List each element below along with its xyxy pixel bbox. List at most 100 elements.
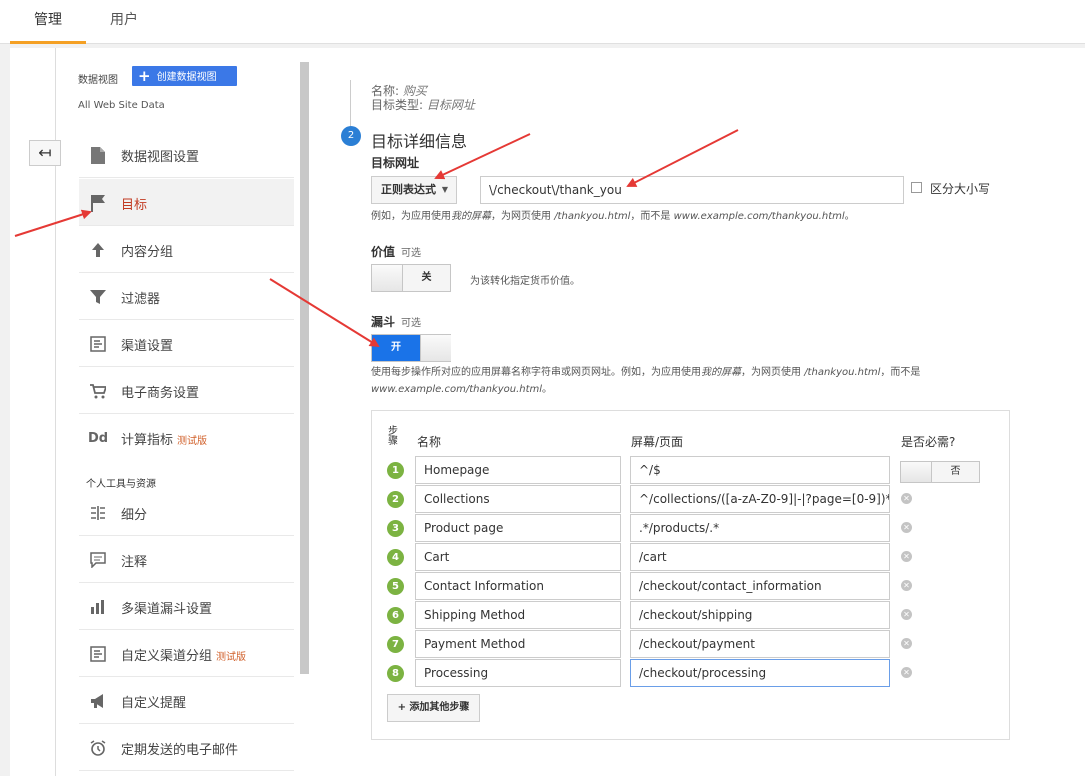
step-page-input[interactable]: /checkout/payment — [630, 630, 890, 658]
funnel-hint-2: 我的屏幕 — [701, 367, 741, 378]
sidebar-scrollbar[interactable] — [300, 62, 309, 674]
step-page-input[interactable]: /checkout/shipping — [630, 601, 890, 629]
sidebar-item-label: 定期发送的电子邮件 — [121, 743, 239, 758]
funnel-toggle[interactable]: 开 — [371, 334, 451, 362]
step-name-input[interactable]: Payment Method — [415, 630, 621, 658]
sidebar-item-calculated-metrics[interactable]: Dd 计算指标 测试版 — [79, 414, 294, 461]
value-hint: 为该转化指定货币价值。 — [470, 276, 580, 287]
funnel-hint-5: ，而不是 — [880, 367, 921, 378]
step-number: 1 — [387, 462, 404, 479]
dd-icon: Dd — [87, 430, 109, 446]
step-page-input[interactable]: /cart — [630, 543, 890, 571]
sidebar-item-label: 计算指标 测试版 — [121, 429, 207, 448]
step-name-input[interactable]: Cart — [415, 543, 621, 571]
back-arrow-icon[interactable]: ↤ — [29, 140, 61, 166]
sidebar-item-content-grouping[interactable]: 内容分组 — [79, 226, 294, 273]
destination-hint: 例如，为应用使用我的屏幕，为网页使用 /thankyou.html，而不是 ww… — [371, 207, 855, 222]
value-label: 价值 可选 — [371, 243, 421, 260]
sidebar-item-segments[interactable]: 细分 — [79, 489, 294, 536]
add-step-button[interactable]: + 添加其他步骤 — [387, 694, 480, 722]
required-toggle[interactable]: 否 — [900, 461, 980, 483]
toggle-knob — [372, 265, 403, 291]
create-view-label: 创建数据视图 — [156, 72, 217, 83]
sidebar-item-scheduled-emails[interactable]: 定期发送的电子邮件 — [79, 724, 294, 771]
step-page-input[interactable]: /checkout/processing — [630, 659, 890, 687]
optional-label: 可选 — [401, 248, 422, 259]
remove-step-icon[interactable]: ✕ — [901, 493, 912, 504]
create-view-button[interactable]: + 创建数据视图 — [132, 66, 237, 86]
sidebar-item-ecommerce[interactable]: 电子商务设置 — [79, 367, 294, 414]
cart-icon — [87, 380, 109, 402]
step-page-input[interactable]: /checkout/contact_information — [630, 572, 890, 600]
hint-text-g: 。 — [844, 211, 855, 222]
sidebar-item-channel-settings[interactable]: 渠道设置 — [79, 320, 294, 367]
page-column-header: 屏幕/页面 — [631, 435, 684, 449]
step-name-input[interactable]: Product page — [415, 514, 621, 542]
tab-users[interactable]: 用户 — [86, 0, 162, 44]
sidebar-item-goals[interactable]: 目标 — [79, 179, 294, 226]
table-row: 7 Payment Method /checkout/payment ✕ — [372, 630, 1011, 659]
segments-icon — [87, 502, 109, 524]
table-row: 4 Cart /cart ✕ — [372, 543, 1011, 572]
sidebar-item-label: 自定义渠道分组 测试版 — [121, 645, 246, 664]
sidebar-item-label: 数据视图设置 — [121, 150, 200, 165]
remove-step-icon[interactable]: ✕ — [901, 609, 912, 620]
flag-icon — [87, 192, 109, 214]
remove-step-icon[interactable]: ✕ — [901, 667, 912, 678]
personal-tools-heading: 个人工具与资源 — [86, 479, 156, 490]
step-name-input[interactable]: Collections — [415, 485, 621, 513]
calculated-metrics-label: 计算指标 — [121, 433, 174, 448]
sidebar-item-view-settings[interactable]: 数据视图设置 — [79, 131, 294, 178]
sidebar-item-label: 电子商务设置 — [121, 386, 200, 401]
toggle-label: 关 — [421, 272, 432, 283]
beta-badge: 测试版 — [216, 652, 247, 663]
tab-admin[interactable]: 管理 — [10, 0, 86, 44]
toggle-knob — [420, 335, 451, 361]
sidebar-item-filters[interactable]: 过滤器 — [79, 273, 294, 320]
step-page-input[interactable]: .*/products/.* — [630, 514, 890, 542]
goal-type-value: 目标网址 — [426, 98, 475, 112]
step-name-input[interactable]: Processing — [415, 659, 621, 687]
admin-content: ↤ 数据视图 + 创建数据视图 All Web Site Data 数据视图设置 … — [10, 48, 1085, 776]
table-row: 5 Contact Information /checkout/contact_… — [372, 572, 1011, 601]
sidebar-item-label: 渠道设置 — [121, 339, 174, 354]
sidebar-item-custom-channel-grouping[interactable]: 自定义渠道分组 测试版 — [79, 630, 294, 677]
step-name-input[interactable]: Homepage — [415, 456, 621, 484]
step-page-input[interactable]: ^/collections/([a-zA-Z0-9]|-|?page=[0-9]… — [630, 485, 890, 513]
remove-step-icon[interactable]: ✕ — [901, 638, 912, 649]
funnel-hint-3: ，为网页使用 — [741, 367, 801, 378]
doc-icon — [87, 144, 109, 166]
destination-input[interactable]: \/checkout\/thank_you — [480, 176, 904, 204]
step-name-input[interactable]: Contact Information — [415, 572, 621, 600]
top-tab-bar: 管理 用户 — [0, 0, 1085, 44]
filter-icon — [87, 286, 109, 308]
value-toggle[interactable]: 关 — [371, 264, 451, 292]
remove-step-icon[interactable]: ✕ — [901, 580, 912, 591]
plus-icon: + — [138, 67, 151, 85]
case-sensitive-label: 区分大小写 — [930, 182, 991, 196]
match-type-value: 正则表达式 — [381, 183, 436, 196]
hint-text-f: www.example.com/thankyou.html — [673, 211, 845, 222]
sidebar-item-label: 内容分组 — [121, 245, 174, 260]
sidebar-item-label: 过滤器 — [121, 292, 161, 307]
sidebar-item-custom-alerts[interactable]: 自定义提醒 — [79, 677, 294, 724]
sidebar-item-mcf-settings[interactable]: 多渠道漏斗设置 — [79, 583, 294, 630]
sidebar-item-label: 多渠道漏斗设置 — [121, 602, 213, 617]
hint-text-c: ，为网页使用 — [491, 211, 551, 222]
custom-channel-grouping-label: 自定义渠道分组 — [121, 649, 213, 664]
match-type-select[interactable]: 正则表达式 ▼ — [371, 176, 457, 204]
step-name-input[interactable]: Shipping Method — [415, 601, 621, 629]
remove-step-icon[interactable]: ✕ — [901, 551, 912, 562]
view-selector[interactable]: All Web Site Data — [78, 100, 165, 111]
remove-step-icon[interactable]: ✕ — [901, 522, 912, 533]
table-row: 6 Shipping Method /checkout/shipping ✕ — [372, 601, 1011, 630]
name-column-header: 名称 — [417, 435, 442, 449]
optional-label: 可选 — [401, 318, 422, 329]
case-sensitive-checkbox[interactable] — [911, 182, 922, 193]
hint-text-d: /thankyou.html — [554, 211, 631, 222]
hint-text-a: 例如，为应用使用 — [371, 211, 451, 222]
table-row: 1 Homepage ^/$ 否 — [372, 456, 1011, 485]
sidebar-item-annotations[interactable]: 注释 — [79, 536, 294, 583]
required-column-header: 是否必需? — [901, 435, 956, 449]
step-page-input[interactable]: ^/$ — [630, 456, 890, 484]
